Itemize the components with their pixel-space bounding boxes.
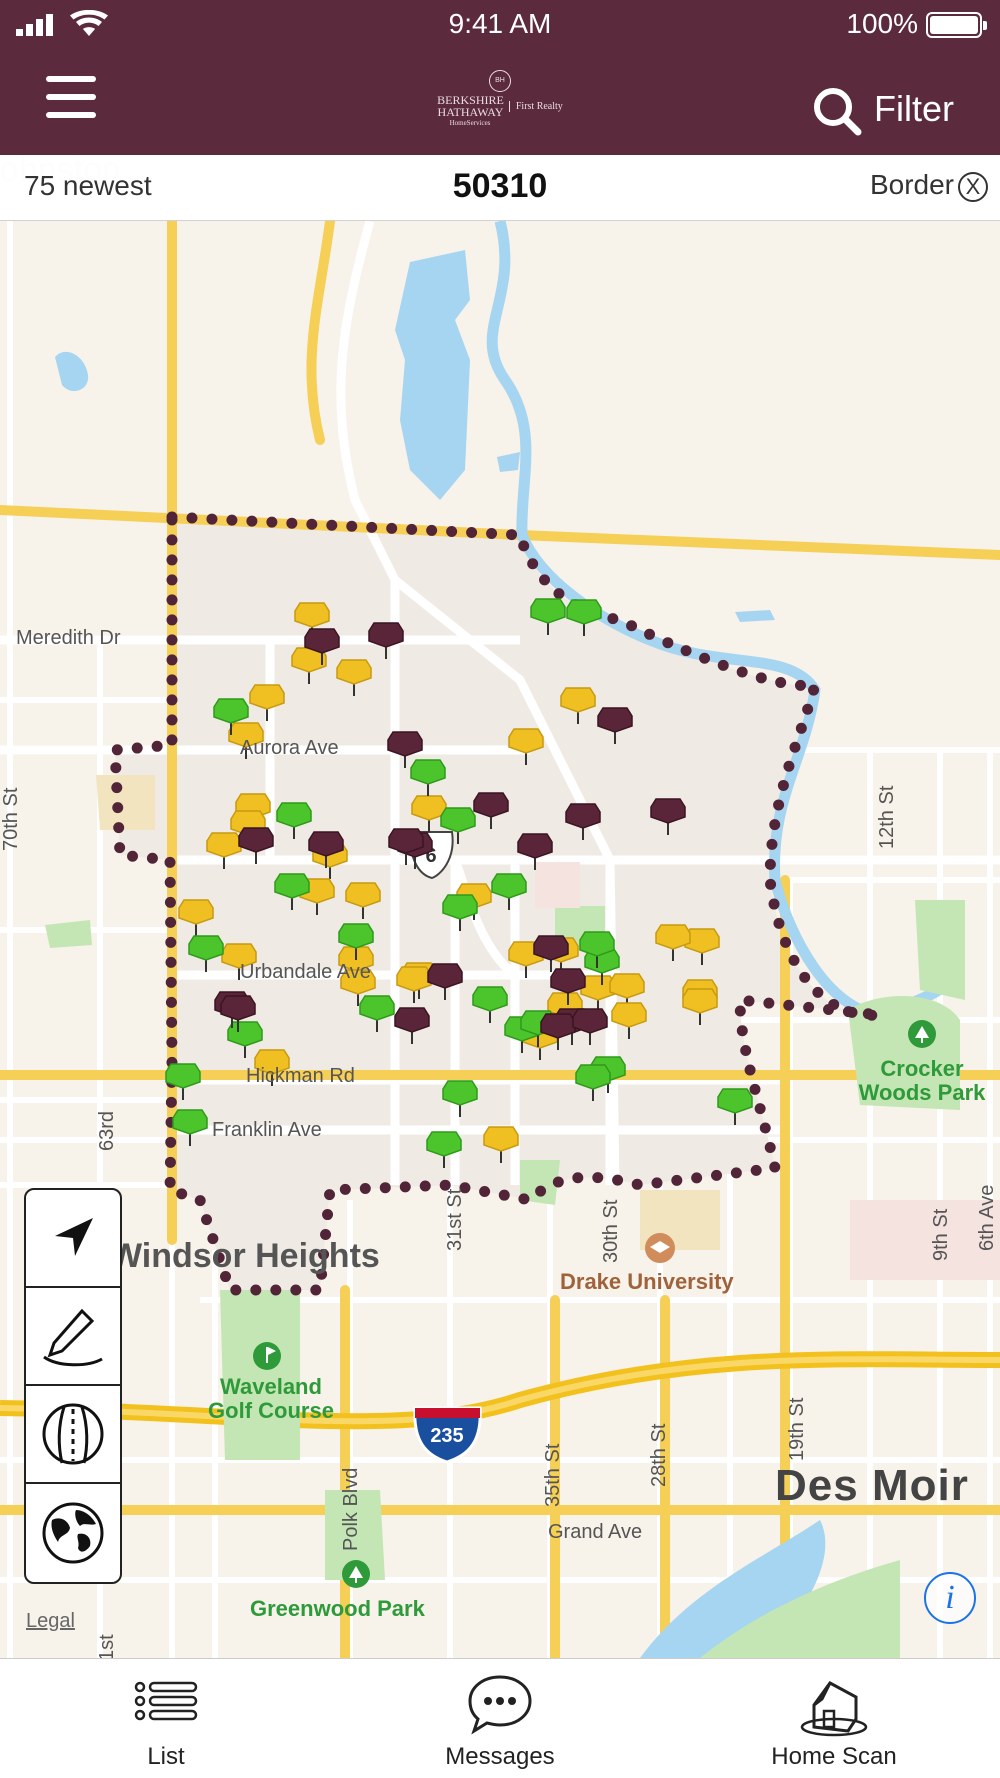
filter-button[interactable]: Filter (812, 84, 987, 136)
street-label: 28th St (648, 1423, 670, 1487)
city-label-des-moines: Des Moir (775, 1461, 969, 1510)
close-border-icon[interactable]: X (958, 172, 988, 202)
place-label-drake: Drake University (560, 1269, 734, 1294)
street-label: 6th Ave (976, 1184, 998, 1251)
university-icon (645, 1233, 675, 1263)
pencil-icon (43, 1308, 103, 1367)
home-scan-icon (800, 1681, 868, 1737)
map-type-button[interactable] (26, 1484, 120, 1582)
street-label: 70th St (0, 787, 22, 851)
legal-link[interactable]: Legal (26, 1610, 75, 1633)
brand-logo: BH BERKSHIRE HATHAWAY First Realty HomeSer… (415, 70, 585, 136)
tab-home-scan[interactable]: Home Scan (734, 1659, 934, 1778)
street-label: Grand Ave (548, 1521, 643, 1543)
park-label-waveland: Waveland Golf Course (208, 1374, 334, 1423)
app-header: 9:41 AM 100% BH BERKSHIRE HATHAWAY First R… (0, 0, 1000, 155)
map-canvas[interactable]: 235 6 (0, 216, 1000, 1663)
tab-messages-label: Messages (445, 1743, 555, 1770)
place-label-windsor-heights: Windsor Heights (110, 1237, 380, 1275)
logo-homeservices: HomeServices (449, 119, 491, 127)
street-label: Urbandale Ave (240, 961, 371, 983)
filter-label: Filter (874, 88, 954, 129)
search-icon (814, 88, 862, 136)
current-location-button[interactable] (26, 1190, 120, 1288)
app-root: 235 6 Meredith Dr Aurora Ave Urbandale A… (0, 0, 1000, 1778)
tab-messages[interactable]: Messages (400, 1659, 600, 1778)
logo-brand: BERKSHIRE HATHAWAY (437, 93, 504, 119)
street-label: 30th St (600, 1199, 622, 1263)
street-label: 19th St (786, 1397, 808, 1461)
draw-area-button[interactable] (26, 1288, 120, 1386)
zip-code-title: 50310 (452, 167, 548, 205)
map-tools-panel (24, 1188, 122, 1584)
bottom-tab-bar: List Messages Home Scan (0, 1658, 1000, 1778)
commute-road-button[interactable] (26, 1386, 120, 1484)
street-label: Meredith Dr (16, 627, 121, 649)
park-label-greenwood: Greenwood Park (250, 1596, 425, 1621)
park-icon-greenwood (342, 1560, 370, 1588)
interstate-number: 235 (430, 1425, 463, 1447)
road-icon (42, 1403, 104, 1465)
street-label: 31st St (444, 1188, 466, 1251)
border-toggle-button[interactable]: Border X (870, 169, 988, 202)
street-label: 63rd (96, 1110, 118, 1151)
street-label: Polk Blvd (340, 1467, 362, 1551)
street-label: 1st (96, 1634, 118, 1661)
street-label: Hickman Rd (246, 1065, 355, 1087)
globe-icon (42, 1502, 104, 1564)
street-label: 35th St (542, 1443, 564, 1507)
status-bar: 9:41 AM 100% (0, 0, 1000, 50)
search-info-bar: 75 newest 50310 Border X (0, 155, 1000, 221)
street-label: Franklin Ave (212, 1119, 322, 1141)
battery-icon (926, 12, 987, 38)
border-label: Border (869, 169, 954, 200)
map-view[interactable]: 235 6 Meredith Dr Aurora Ave Urbandale A… (0, 151, 1000, 1663)
park-label-crocker: Crocker Woods Park (858, 1056, 986, 1105)
tab-list-label: List (147, 1743, 185, 1770)
map-info-button[interactable]: i (924, 1572, 976, 1624)
park-icon-crocker (908, 1020, 936, 1048)
tab-home-scan-label: Home Scan (771, 1743, 897, 1770)
messages-icon (468, 1675, 532, 1735)
location-arrow-icon (55, 1218, 93, 1256)
street-label: Aurora Ave (240, 737, 339, 759)
brand-seal-icon: BH (489, 70, 511, 92)
street-label: 12th St (876, 785, 898, 849)
battery-percent: 100% (846, 8, 918, 39)
park-icon-waveland (253, 1342, 281, 1370)
list-icon (134, 1681, 198, 1721)
menu-button[interactable] (46, 76, 100, 124)
tab-list[interactable]: List (66, 1659, 266, 1778)
hamburger-icon (46, 76, 96, 82)
logo-sub: First Realty (508, 100, 563, 112)
street-label: 9th St (930, 1208, 952, 1261)
